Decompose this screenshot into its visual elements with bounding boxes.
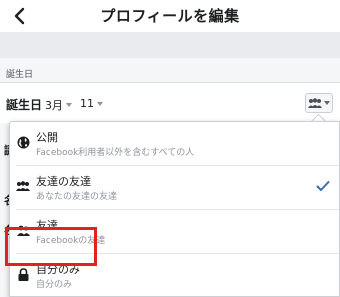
chevron-down-icon: [97, 101, 103, 106]
chevron-down-icon: [324, 101, 330, 105]
audience-dropdown: 公開 Facebook利用者以外を含むすべての人 友達の友達 あなたの友達の友達…: [9, 121, 340, 297]
option-title: 公開: [36, 131, 58, 144]
audience-selector-button[interactable]: [305, 93, 333, 113]
birthday-month-select[interactable]: 3月: [45, 97, 72, 113]
option-subtitle: 自分のみ: [36, 280, 73, 290]
top-bar: プロフィールを編集: [0, 0, 340, 32]
friends-of-friends-icon: [308, 98, 322, 108]
audience-option-friends-of-friends[interactable]: 友達の友達 あなたの友達の友達: [10, 166, 339, 209]
lock-icon: [16, 267, 30, 281]
section-label: 誕生日: [6, 70, 34, 80]
friends-of-friends-icon: [16, 179, 30, 193]
birthday-day-select[interactable]: 11: [80, 97, 103, 110]
birthday-day-value: 11: [80, 97, 94, 110]
globe-icon: [16, 135, 30, 149]
chevron-down-icon: [66, 103, 72, 107]
checkmark-icon: [316, 181, 330, 191]
option-subtitle: あなたの友達の友達: [36, 192, 118, 202]
page-title: プロフィールを編集: [100, 7, 240, 25]
birthday-month-value: 3月: [45, 99, 63, 112]
header-band: [0, 32, 340, 58]
audience-option-public[interactable]: 公開 Facebook利用者以外を含むすべての人: [10, 122, 339, 165]
birthday-label: 誕生日: [6, 98, 43, 112]
option-title: 友達の友達: [36, 175, 91, 188]
option-subtitle: Facebook利用者以外を含むすべての人: [36, 148, 195, 158]
highlight-box: [5, 227, 97, 266]
